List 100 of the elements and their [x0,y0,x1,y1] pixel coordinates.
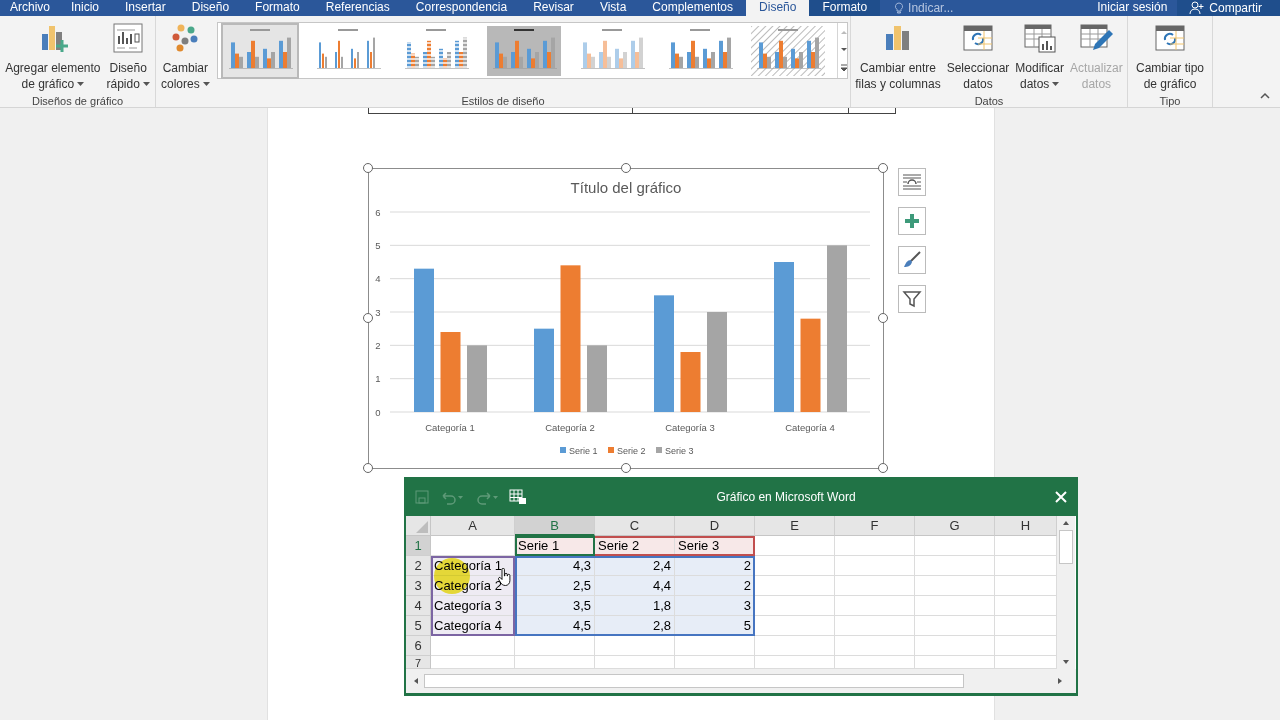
collapse-ribbon-icon[interactable] [1260,92,1270,99]
ribbon-button[interactable]: Cambiar colores [158,20,213,94]
column-header[interactable]: C [595,516,675,536]
chart-style-thumbnail[interactable] [220,22,299,79]
save-icon[interactable] [414,488,430,505]
empty-cell[interactable] [835,616,915,636]
column-header[interactable]: H [995,516,1057,536]
column-header[interactable]: A [431,516,515,536]
filter-icon[interactable] [898,285,926,313]
empty-cell[interactable] [915,576,995,596]
tell-me-field[interactable]: Indicar... [908,1,979,15]
ribbon-tab[interactable]: Archivo [2,0,58,16]
resize-handle[interactable] [620,163,631,173]
ribbon-button[interactable]: Cambiar tipo de gráfico [1133,20,1207,94]
table-cell[interactable]: 4,4 [595,576,675,596]
ribbon-tab[interactable]: Complementos [639,0,747,16]
column-header[interactable]: E [755,516,835,536]
bar[interactable] [440,332,461,412]
lightbulb-icon [894,2,905,14]
resize-handle[interactable] [620,463,631,473]
row-header[interactable]: 5 [406,616,431,636]
bar[interactable] [560,265,581,412]
sign-in-link[interactable]: Iniciar sesión [1087,0,1178,16]
resize-handle[interactable] [878,313,888,323]
ribbon-tab[interactable]: Correspondencia [402,0,521,16]
bar[interactable] [774,262,794,412]
ribbon-button[interactable]: Diseño rápido [103,20,153,94]
row-header[interactable]: 2 [406,556,431,576]
plus-icon[interactable] [898,207,926,235]
ribbon-button[interactable]: Seleccionar datos [943,20,1013,94]
ribbon-tab[interactable]: Inicio [58,0,113,16]
ribbon-tab[interactable]: Referencias [312,0,403,16]
column-header[interactable]: D [675,516,755,536]
scroll-thumb[interactable] [1059,530,1073,564]
empty-cell[interactable] [915,596,995,616]
table-cell[interactable]: 3,5 [515,596,595,616]
empty-cell[interactable] [515,636,595,656]
bar[interactable] [587,345,607,412]
ribbon-tab[interactable]: Diseño [746,0,810,16]
empty-cell[interactable] [755,636,835,656]
spreadsheet-icon[interactable] [509,488,527,505]
ribbon-button[interactable]: Cambiar entre filas y columnas [852,20,944,94]
bar[interactable] [707,312,727,412]
ribbon-button[interactable]: Modificar datos [1012,20,1068,94]
close-icon[interactable] [1055,490,1067,503]
bar[interactable] [534,328,554,412]
table-cell[interactable]: 2,4 [595,556,675,576]
ribbon-tab[interactable]: Vista [586,0,640,16]
bar[interactable] [827,245,847,412]
empty-cell[interactable] [835,596,915,616]
ribbon-tab[interactable]: Diseño [178,0,243,16]
horizontal-scrollbar[interactable] [406,669,1076,693]
table-cell[interactable]: 1,8 [595,596,675,616]
layout-options-icon[interactable] [898,168,926,196]
column-header[interactable]: G [915,516,995,536]
row-header[interactable]: 4 [406,596,431,616]
empty-cell[interactable] [595,636,675,656]
resize-handle[interactable] [878,463,888,473]
empty-cell[interactable] [915,536,995,556]
empty-cell[interactable] [835,636,915,656]
empty-cell[interactable] [835,556,915,576]
resize-handle[interactable] [363,313,373,323]
vertical-scrollbar[interactable] [1057,516,1075,669]
table-cell[interactable]: Categoría 3 [431,596,515,616]
ribbon-tab[interactable]: Formato [809,0,881,16]
resize-handle[interactable] [363,163,373,173]
resize-handle[interactable] [878,163,888,173]
resize-handle[interactable] [363,463,373,473]
brush-icon[interactable] [898,246,926,274]
empty-cell[interactable] [915,636,995,656]
table-cell[interactable]: 3 [675,596,755,616]
bar-chart[interactable]: Título del gráfico 0 1 2 3 4 5 6 Categoría 1 Categoría 2 Categoría 3 Categoría 4 Serie 1 Serie 2 Serie 3 [368,168,884,469]
table-cell[interactable]: 2,8 [595,616,675,636]
bar[interactable] [680,352,701,412]
ribbon-tab[interactable]: Formato [242,0,313,16]
ribbon-tab[interactable]: Insertar [112,0,179,16]
table-cell[interactable]: Serie 1 [515,536,595,556]
column-header[interactable]: F [835,516,915,536]
table-cell[interactable]: 2 [675,576,755,596]
group-label: Tipo [1158,94,1182,108]
row-header[interactable]: 1 [406,536,431,556]
axis-tick-label: 1 [375,373,381,385]
row-header[interactable]: 3 [406,576,431,596]
bar[interactable] [414,268,434,412]
select-all-icon[interactable] [416,521,428,533]
share-button[interactable]: Compartir [1177,0,1280,16]
bar[interactable] [654,295,674,412]
empty-cell[interactable] [835,536,915,556]
empty-cell[interactable] [835,576,915,596]
row-header[interactable]: 7 [406,656,431,669]
empty-cell[interactable] [675,636,755,656]
ribbon-tab[interactable]: Revisar [520,0,587,16]
table-cell[interactable]: 2,5 [515,576,595,596]
row-header[interactable]: 6 [406,636,431,656]
scroll-thumb[interactable] [424,674,964,688]
empty-cell[interactable] [915,556,995,576]
ribbon-button[interactable]: Agregar elemento de gráfico [2,20,104,94]
column-header[interactable]: B [515,516,595,536]
bar[interactable] [467,345,487,412]
empty-cell[interactable] [915,616,995,636]
